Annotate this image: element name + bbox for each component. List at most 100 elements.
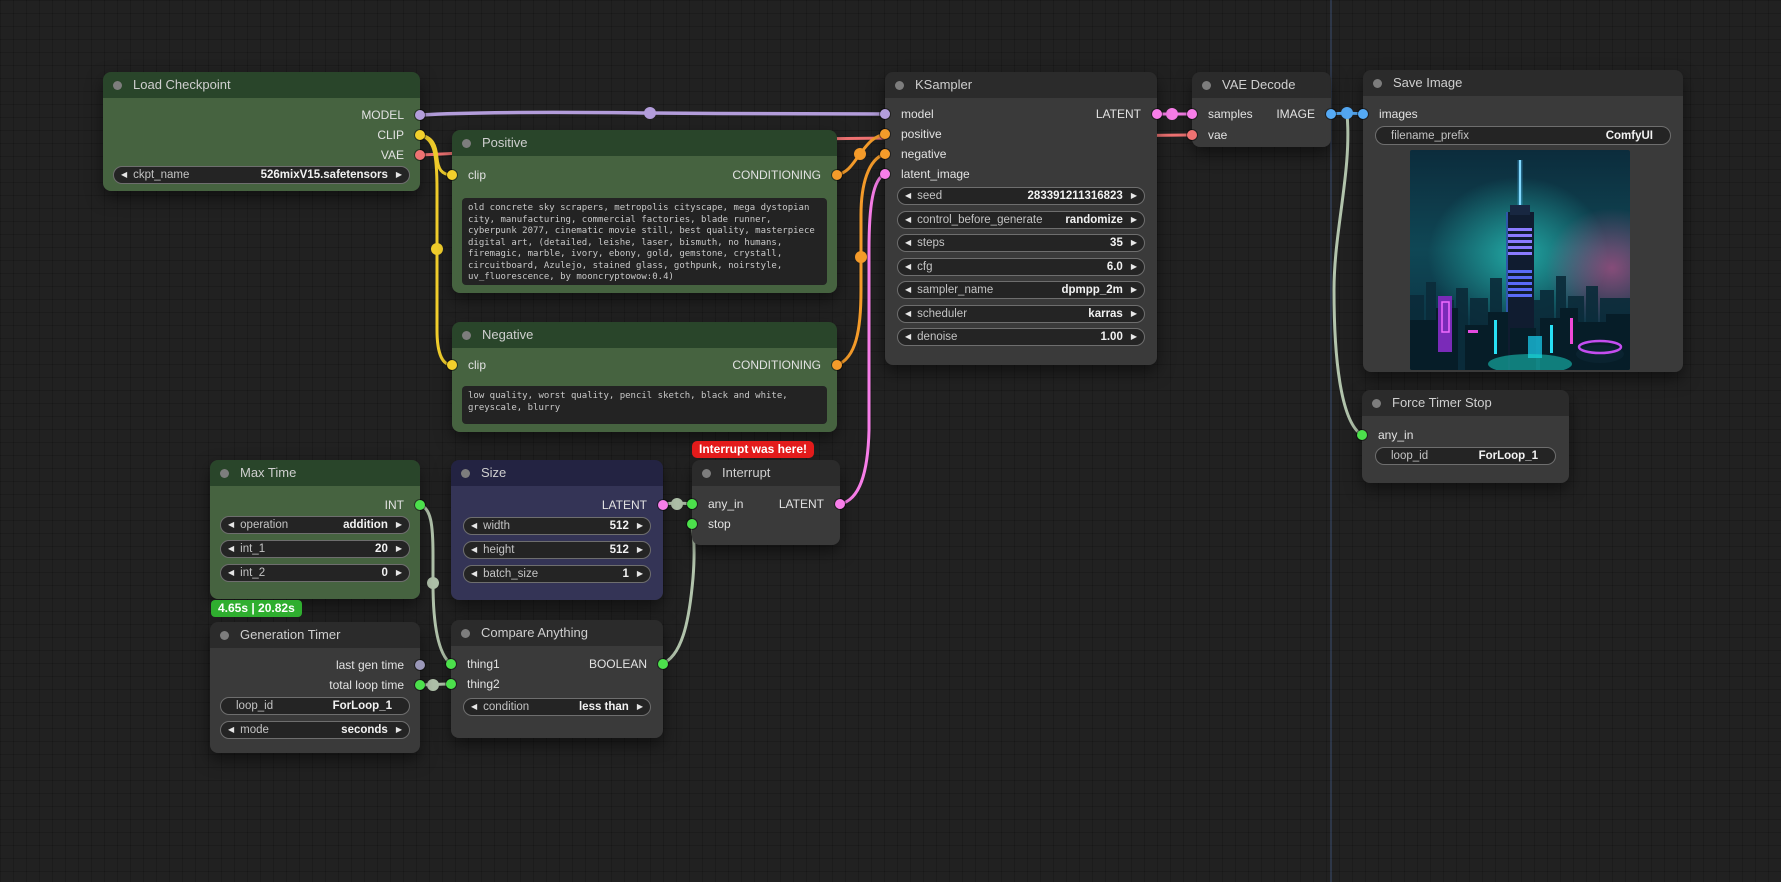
prev-arrow-icon[interactable]: ◀ — [905, 187, 911, 205]
next-arrow-icon[interactable]: ▶ — [1131, 328, 1137, 346]
next-arrow-icon[interactable]: ▶ — [1131, 258, 1137, 276]
output-slot-boolean[interactable] — [658, 659, 668, 669]
next-arrow-icon[interactable]: ▶ — [1131, 305, 1137, 323]
widget-scheduler[interactable]: ◀schedulerkarras▶ — [897, 305, 1145, 323]
widget-int-1[interactable]: ◀int_120▶ — [220, 540, 410, 558]
next-arrow-icon[interactable]: ▶ — [1131, 187, 1137, 205]
next-arrow-icon[interactable]: ▶ — [396, 516, 402, 534]
reroute-dot-negative[interactable] — [855, 251, 867, 263]
node-title-bar[interactable]: VAE Decode — [1192, 72, 1331, 98]
reroute-dot-size[interactable] — [671, 498, 683, 510]
input-slot-stop[interactable] — [687, 519, 697, 529]
node-title-bar[interactable]: Max Time — [210, 460, 420, 486]
node-interrupt[interactable]: Interrupt any_in stop LATENT — [692, 460, 840, 545]
node-title-bar[interactable]: Save Image — [1363, 70, 1683, 96]
node-title-bar[interactable]: Load Checkpoint — [103, 72, 420, 98]
widget-batch-size[interactable]: ◀batch_size1▶ — [463, 565, 651, 583]
prev-arrow-icon[interactable]: ◀ — [228, 721, 234, 739]
node-graph-canvas[interactable]: Load Checkpoint MODEL CLIP VAE ◀ ckpt_na… — [0, 0, 1781, 882]
output-slot-image[interactable] — [1326, 109, 1336, 119]
input-slot-clip[interactable] — [447, 360, 457, 370]
output-slot-latent[interactable] — [835, 499, 845, 509]
node-size[interactable]: Size LATENT ◀width512▶ ◀height512▶ ◀batc… — [451, 460, 663, 600]
prev-arrow-icon[interactable]: ◀ — [905, 281, 911, 299]
prev-arrow-icon[interactable]: ◀ — [905, 305, 911, 323]
prev-arrow-icon[interactable]: ◀ — [905, 328, 911, 346]
node-load-checkpoint[interactable]: Load Checkpoint MODEL CLIP VAE ◀ ckpt_na… — [103, 72, 420, 191]
negative-prompt-textarea[interactable]: low quality, worst quality, pencil sketc… — [462, 386, 827, 424]
prev-arrow-icon[interactable]: ◀ — [905, 234, 911, 252]
node-title-bar[interactable]: Force Timer Stop — [1362, 390, 1569, 416]
node-save-image[interactable]: Save Image images filename_prefixComfyUI — [1363, 70, 1683, 372]
output-slot-model[interactable] — [415, 110, 425, 120]
output-slot-conditioning[interactable] — [832, 360, 842, 370]
prev-arrow-icon[interactable]: ◀ — [471, 565, 477, 583]
prev-arrow-icon[interactable]: ◀ — [228, 564, 234, 582]
input-slot-images[interactable] — [1358, 109, 1368, 119]
next-arrow-icon[interactable]: ▶ — [396, 166, 402, 184]
prev-arrow-icon[interactable]: ◀ — [228, 516, 234, 534]
input-slot-vae[interactable] — [1187, 130, 1197, 140]
next-arrow-icon[interactable]: ▶ — [637, 698, 643, 716]
collapse-dot-icon[interactable] — [895, 81, 904, 90]
input-slot-latent-image[interactable] — [880, 169, 890, 179]
node-compare-anything[interactable]: Compare Anything thing1 thing2 BOOLEAN ◀… — [451, 620, 663, 738]
next-arrow-icon[interactable]: ▶ — [396, 721, 402, 739]
output-slot-latent[interactable] — [658, 500, 668, 510]
collapse-dot-icon[interactable] — [1372, 399, 1381, 408]
output-slot-vae[interactable] — [415, 150, 425, 160]
prev-arrow-icon[interactable]: ◀ — [471, 698, 477, 716]
widget-condition[interactable]: ◀conditionless than▶ — [463, 698, 651, 716]
output-slot-latent[interactable] — [1152, 109, 1162, 119]
node-generation-timer[interactable]: Generation Timer last gen time total loo… — [210, 622, 420, 753]
reroute-dot-image[interactable] — [1341, 107, 1353, 119]
collapse-dot-icon[interactable] — [1202, 81, 1211, 90]
output-slot-total-loop-time[interactable] — [415, 680, 425, 690]
prev-arrow-icon[interactable]: ◀ — [121, 166, 127, 184]
collapse-dot-icon[interactable] — [702, 469, 711, 478]
input-slot-negative[interactable] — [880, 149, 890, 159]
widget-int-2[interactable]: ◀int_20▶ — [220, 564, 410, 582]
reroute-dot-positive[interactable] — [854, 148, 866, 160]
widget-width[interactable]: ◀width512▶ — [463, 517, 651, 535]
prev-arrow-icon[interactable]: ◀ — [471, 517, 477, 535]
collapse-dot-icon[interactable] — [220, 631, 229, 640]
input-slot-model[interactable] — [880, 109, 890, 119]
collapse-dot-icon[interactable] — [461, 629, 470, 638]
widget-ckpt-name[interactable]: ◀ ckpt_name 526mixV15.safetensors ▶ — [113, 166, 410, 184]
input-slot-samples[interactable] — [1187, 109, 1197, 119]
next-arrow-icon[interactable]: ▶ — [1131, 211, 1137, 229]
widget-operation[interactable]: ◀operationaddition▶ — [220, 516, 410, 534]
next-arrow-icon[interactable]: ▶ — [637, 517, 643, 535]
positive-prompt-textarea[interactable]: old concrete sky scrapers, metropolis ci… — [462, 198, 827, 285]
node-force-timer-stop[interactable]: Force Timer Stop any_in loop_idForLoop_1 — [1362, 390, 1569, 483]
collapse-dot-icon[interactable] — [461, 469, 470, 478]
reroute-dot-latent[interactable] — [1166, 108, 1178, 120]
output-slot-int[interactable] — [415, 500, 425, 510]
node-title-bar[interactable]: Compare Anything — [451, 620, 663, 646]
next-arrow-icon[interactable]: ▶ — [1131, 234, 1137, 252]
collapse-dot-icon[interactable] — [1373, 79, 1382, 88]
reroute-dot-model[interactable] — [644, 107, 656, 119]
widget-control-before-generate[interactable]: ◀control_before_generaterandomize▶ — [897, 211, 1145, 229]
widget-sampler-name[interactable]: ◀sampler_namedpmpp_2m▶ — [897, 281, 1145, 299]
reroute-dot-clip[interactable] — [431, 243, 443, 255]
widget-denoise[interactable]: ◀denoise1.00▶ — [897, 328, 1145, 346]
widget-cfg[interactable]: ◀cfg6.0▶ — [897, 258, 1145, 276]
collapse-dot-icon[interactable] — [462, 331, 471, 340]
widget-mode[interactable]: ◀modeseconds▶ — [220, 721, 410, 739]
input-slot-thing2[interactable] — [446, 679, 456, 689]
widget-loop-id[interactable]: loop_idForLoop_1 — [220, 697, 410, 715]
prev-arrow-icon[interactable]: ◀ — [228, 540, 234, 558]
output-slot-last-gen-time[interactable] — [415, 660, 425, 670]
input-slot-clip[interactable] — [447, 170, 457, 180]
node-positive-prompt[interactable]: Positive clip CONDITIONING old concrete … — [452, 130, 837, 293]
widget-height[interactable]: ◀height512▶ — [463, 541, 651, 559]
node-max-time[interactable]: Max Time INT ◀operationaddition▶ ◀int_12… — [210, 460, 420, 599]
prev-arrow-icon[interactable]: ◀ — [905, 258, 911, 276]
next-arrow-icon[interactable]: ▶ — [1131, 281, 1137, 299]
widget-loop-id[interactable]: loop_idForLoop_1 — [1375, 447, 1556, 465]
widget-seed[interactable]: ◀seed283391211316823▶ — [897, 187, 1145, 205]
node-title-bar[interactable]: Negative — [452, 322, 837, 348]
node-vae-decode[interactable]: VAE Decode samples vae IMAGE — [1192, 72, 1331, 147]
